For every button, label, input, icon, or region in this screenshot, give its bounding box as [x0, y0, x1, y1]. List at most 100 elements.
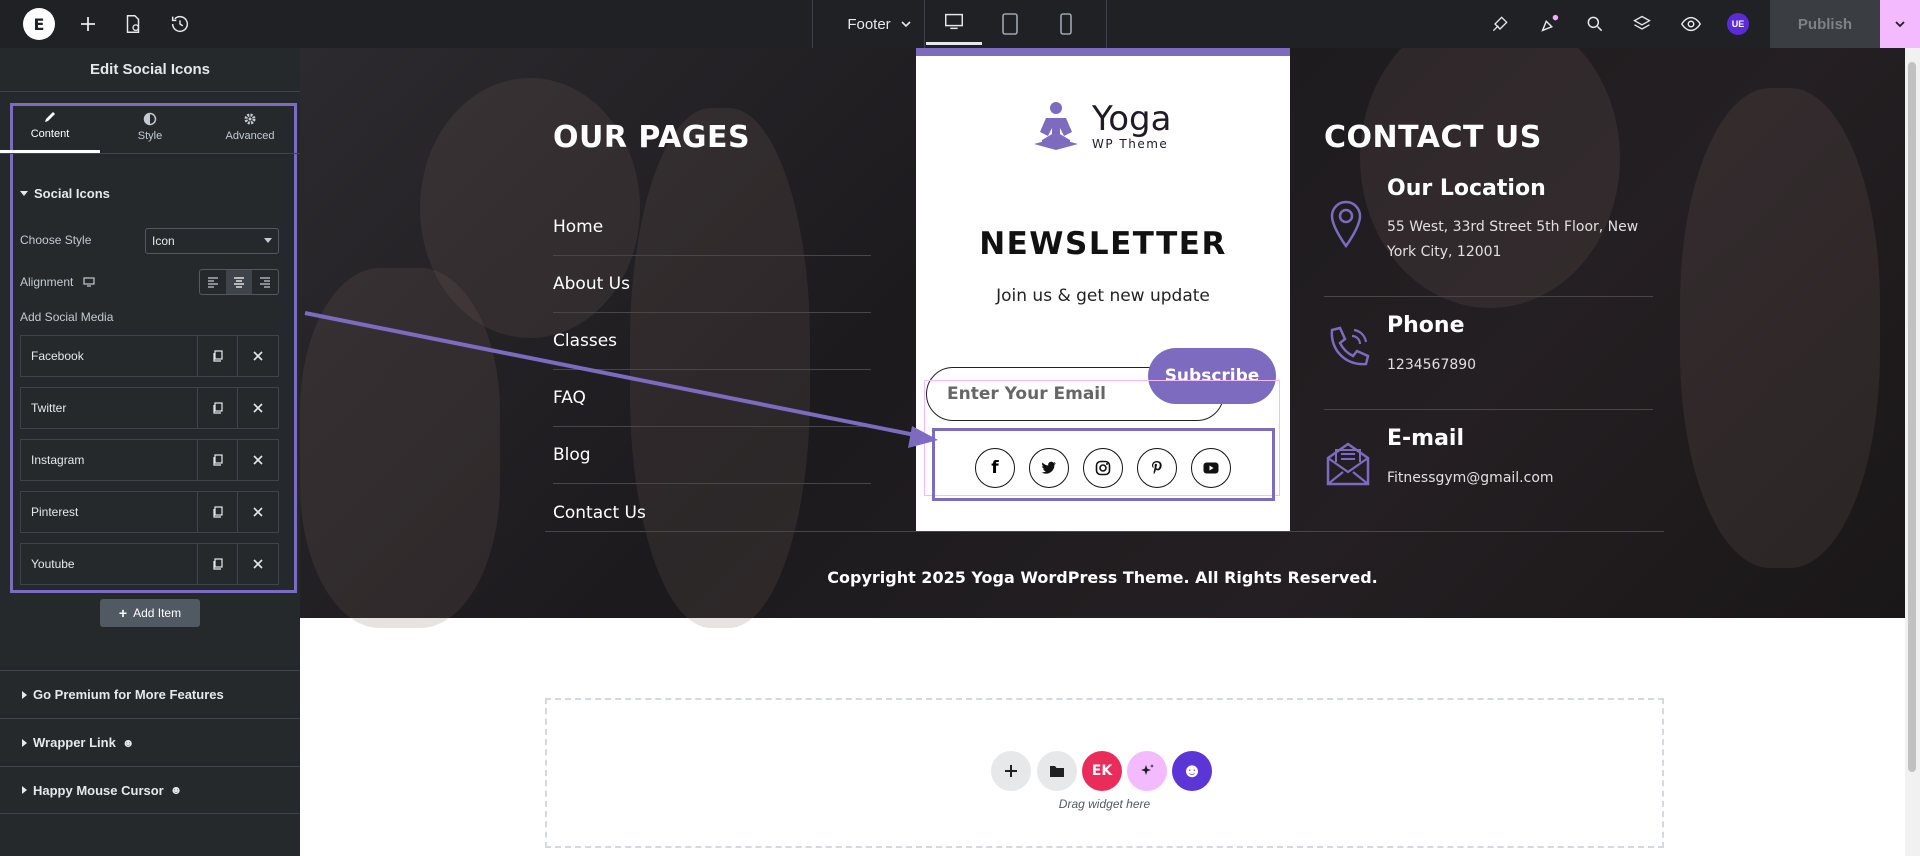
accordion-happy-mouse-cursor[interactable]: Happy Mouse Cursor ☻ [0, 766, 300, 814]
preview-icon[interactable] [1680, 0, 1702, 48]
document-name: Footer [847, 15, 891, 33]
duplicate-icon[interactable] [198, 492, 238, 532]
repeater-item[interactable]: Instagram [20, 439, 279, 481]
yoga-pose-icon [1034, 102, 1078, 150]
footer-link-home[interactable]: Home [553, 199, 871, 256]
footer-link-blog[interactable]: Blog [553, 427, 871, 484]
align-right-icon[interactable] [252, 270, 278, 294]
drag-widget-hint: Drag widget here [1058, 797, 1151, 811]
repeater-item-label[interactable]: Youtube [21, 544, 198, 584]
youtube-icon[interactable] [1191, 448, 1231, 488]
search-icon[interactable] [1585, 0, 1605, 48]
repeater-item[interactable]: Facebook [20, 335, 279, 377]
social-icons-widget[interactable]: f [932, 428, 1275, 501]
tab-style[interactable]: Style [100, 100, 200, 153]
remove-icon[interactable] [238, 388, 278, 428]
tab-advanced[interactable]: Advanced [200, 100, 300, 153]
desktop-icon[interactable] [83, 276, 95, 288]
contact-us-heading: CONTACT US [1324, 120, 1542, 155]
gear-icon [244, 113, 256, 124]
contact-phone-text[interactable]: 1234567890 [1387, 353, 1476, 378]
repeater-item[interactable]: Twitter [20, 387, 279, 429]
tablet-icon[interactable] [1000, 0, 1020, 48]
publish-options-button[interactable] [1880, 0, 1920, 48]
editor-topbar: E Footer UE Publish [0, 0, 1920, 48]
caret-down-icon [20, 191, 28, 196]
subscribe-button[interactable]: Subscribe [1148, 348, 1276, 404]
duplicate-icon[interactable] [198, 544, 238, 584]
contact-phone-title: Phone [1387, 313, 1465, 338]
tab-style-label: Style [137, 129, 163, 142]
mobile-icon[interactable] [1058, 0, 1074, 48]
accordion-wrapper-link[interactable]: Wrapper Link ☻ [0, 718, 300, 766]
remove-icon[interactable] [238, 492, 278, 532]
duplicate-icon[interactable] [198, 440, 238, 480]
footer-link-classes[interactable]: Classes [553, 313, 871, 370]
brand-tagline: WP Theme [1092, 137, 1169, 151]
avatar-initials: UE [1727, 13, 1749, 35]
caret-right-icon [22, 738, 27, 747]
tab-content[interactable]: Content [0, 100, 100, 153]
duplicate-icon[interactable] [198, 388, 238, 428]
repeater-item-label[interactable]: Pinterest [21, 492, 198, 532]
footer-link-about[interactable]: About Us [553, 256, 871, 313]
document-name-dropdown[interactable]: Footer [830, 0, 930, 48]
repeater-item-label[interactable]: Instagram [21, 440, 198, 480]
envelope-icon [1326, 442, 1370, 486]
align-center-icon[interactable] [226, 270, 252, 294]
brand-name: Yoga [1092, 99, 1172, 139]
chevron-down-icon [901, 21, 911, 28]
structure-icon[interactable] [1632, 0, 1652, 48]
chevron-down-icon [264, 238, 272, 243]
caret-right-icon [22, 690, 27, 699]
elementor-logo-button[interactable]: E [23, 8, 55, 40]
elementskit-icon[interactable]: EK [1082, 751, 1122, 791]
footer-link-faq[interactable]: FAQ [553, 370, 871, 427]
add-item-label: Add Item [133, 606, 182, 620]
copyright-text: Copyright 2025 Yoga WordPress Theme. All… [827, 568, 1378, 587]
remove-icon[interactable] [238, 336, 278, 376]
site-settings-icon[interactable] [1490, 0, 1510, 48]
add-social-label: Add Social Media [20, 310, 114, 324]
pinterest-icon[interactable] [1137, 448, 1177, 488]
alignment-label: Alignment [20, 275, 74, 289]
desktop-icon[interactable] [926, 0, 982, 45]
footer-link-contact[interactable]: Contact Us [553, 484, 871, 541]
section-social-icons[interactable]: Social Icons [20, 186, 110, 201]
add-section-icon[interactable] [991, 751, 1031, 791]
align-left-icon[interactable] [200, 270, 226, 294]
repeater-item-label[interactable]: Twitter [21, 388, 198, 428]
duplicate-icon[interactable] [198, 336, 238, 376]
instagram-icon[interactable] [1083, 448, 1123, 488]
add-item-button[interactable]: + Add Item [100, 599, 200, 627]
facebook-icon[interactable]: f [975, 448, 1015, 488]
publish-button[interactable]: Publish [1770, 0, 1880, 48]
remove-icon[interactable] [238, 440, 278, 480]
ai-sparkle-icon[interactable] [1127, 751, 1167, 791]
empty-section-dropzone[interactable]: EK ☻ Drag widget here [545, 698, 1664, 848]
editor-panel: Edit Social Icons Content Style Advanced… [0, 48, 300, 856]
contact-email-title: E-mail [1387, 426, 1465, 451]
brand-logo[interactable]: Yoga WP Theme [1028, 98, 1171, 154]
template-library-icon[interactable] [1037, 751, 1077, 791]
page-settings-icon[interactable] [122, 0, 144, 48]
accordion-go-premium[interactable]: Go Premium for More Features [0, 670, 300, 718]
contact-location-text: 55 West, 33rd Street 5th Floor, New York… [1387, 219, 1639, 260]
user-avatar[interactable]: UE [1727, 0, 1749, 48]
notifications-icon[interactable] [1538, 0, 1560, 48]
scrollbar-thumb[interactable] [1908, 62, 1916, 772]
choose-style-select[interactable]: Icon [145, 228, 279, 254]
contact-email-text[interactable]: Fitnessgym@gmail.com [1387, 466, 1554, 491]
choose-style-label: Choose Style [20, 233, 92, 247]
remove-icon[interactable] [238, 544, 278, 584]
repeater-item[interactable]: Pinterest [20, 491, 279, 533]
plus-icon[interactable] [76, 0, 100, 48]
alignment-label-row: Alignment [20, 275, 95, 289]
our-pages-heading: OUR PAGES [553, 120, 751, 155]
history-icon[interactable] [169, 0, 191, 48]
repeater-item-label[interactable]: Facebook [21, 336, 198, 376]
happy-addons-icon[interactable]: ☻ [1172, 751, 1212, 791]
repeater-item[interactable]: Youtube [20, 543, 279, 585]
twitter-icon[interactable] [1029, 448, 1069, 488]
section-title: Social Icons [34, 186, 110, 201]
